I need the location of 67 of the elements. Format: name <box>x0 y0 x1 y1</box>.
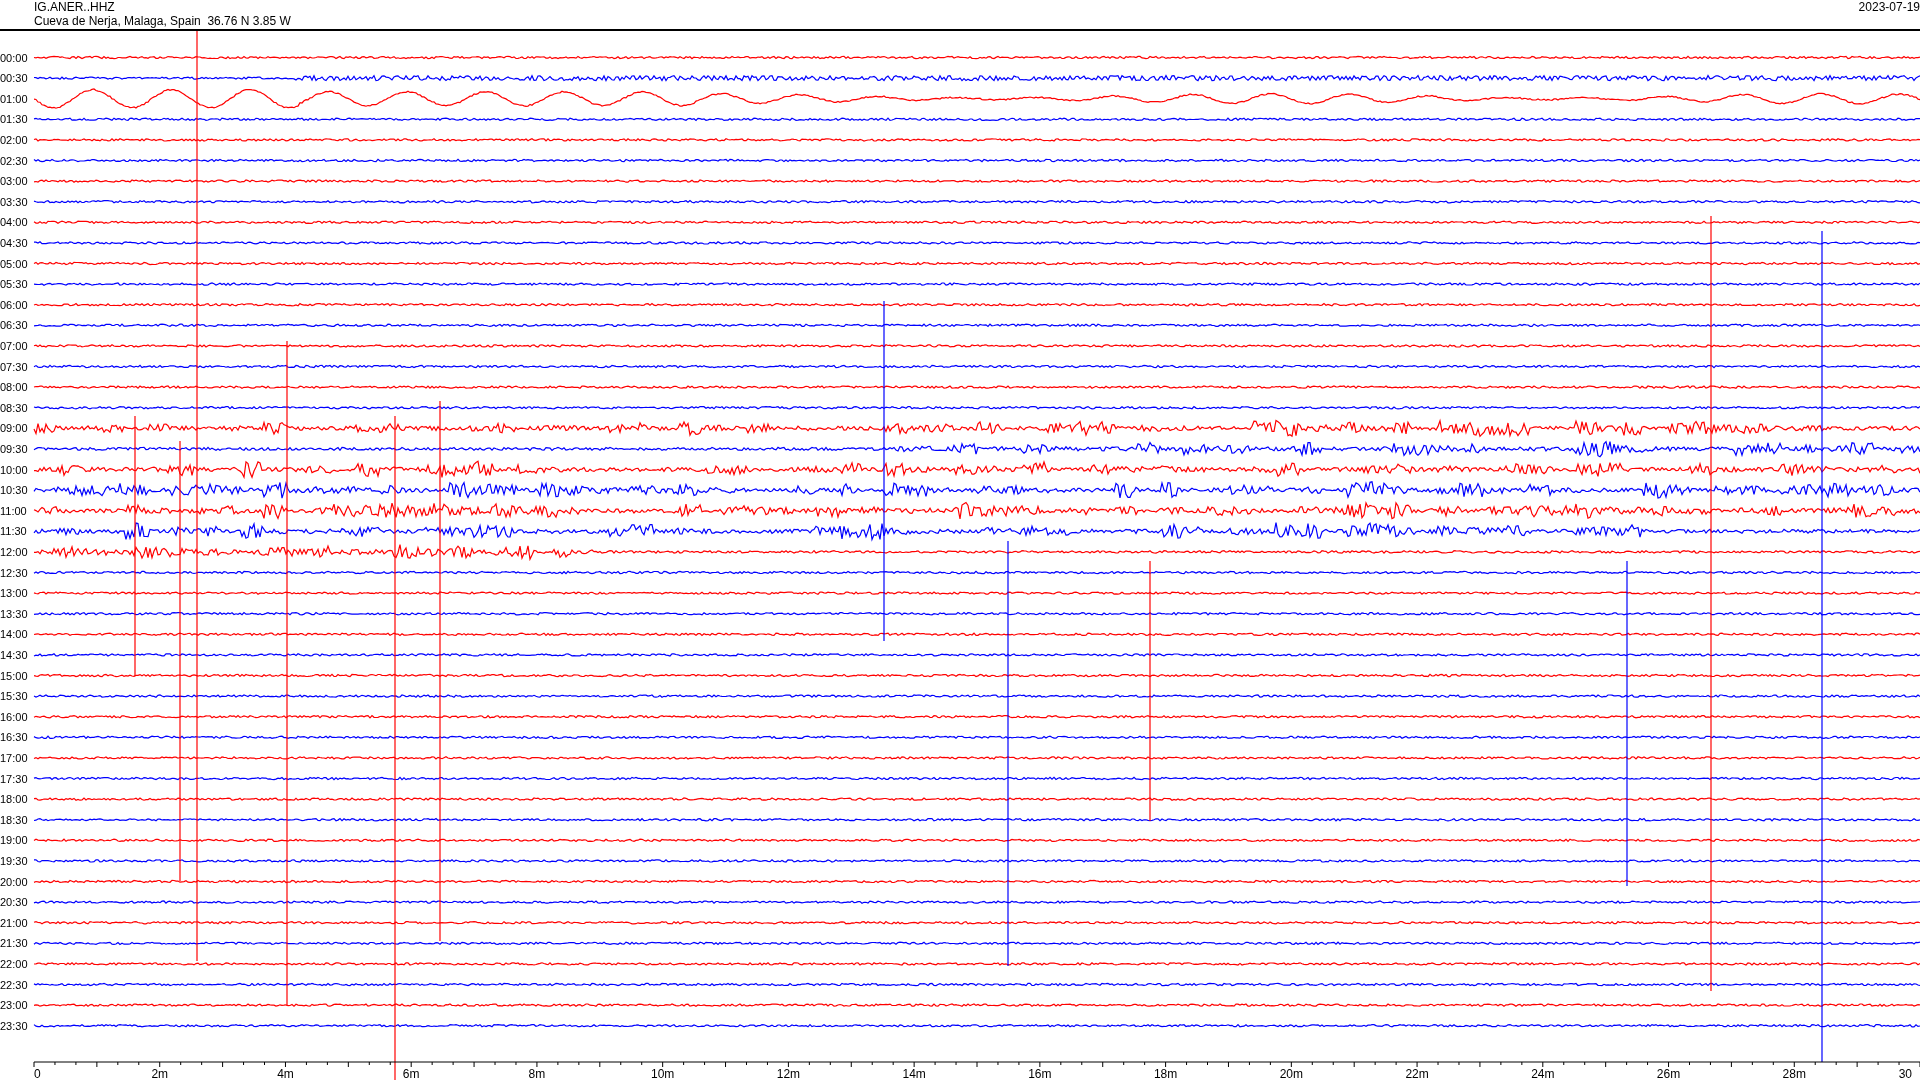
time-axis-label: 10m <box>651 1067 675 1080</box>
row-time-label: 20:00 <box>0 875 28 888</box>
row-time-label: 05:30 <box>0 278 28 291</box>
time-axis-label: 8m <box>528 1067 546 1080</box>
time-axis-label: 18m <box>1153 1067 1178 1080</box>
time-axis-label: 2m <box>151 1067 169 1080</box>
row-time-label: 03:00 <box>0 175 28 188</box>
time-axis-label: 22m <box>1405 1067 1429 1080</box>
row-time-label: 09:00 <box>0 422 28 435</box>
row-time-label: 13:30 <box>0 607 28 620</box>
row-time-label: 17:30 <box>0 772 28 785</box>
row-time-label: 12:00 <box>0 545 28 558</box>
row-time-label: 07:30 <box>0 360 28 373</box>
row-time-label: 02:30 <box>0 154 28 167</box>
row-time-label: 13:00 <box>0 587 28 600</box>
row-time-label: 00:00 <box>0 51 28 64</box>
row-time-label: 09:30 <box>0 442 28 455</box>
row-time-label: 04:00 <box>0 216 28 229</box>
row-time-label: 06:00 <box>0 298 28 311</box>
row-time-label: 03:30 <box>0 195 28 208</box>
time-axis-label: 12m <box>776 1067 801 1080</box>
time-axis-label: 6m <box>402 1067 420 1080</box>
row-time-label: 10:00 <box>0 463 28 476</box>
row-time-label: 04:30 <box>0 236 28 249</box>
row-time-label: 19:00 <box>0 834 28 847</box>
date-label: 2023-07-19 <box>1858 0 1920 14</box>
time-axis-label: 20m <box>1279 1067 1303 1080</box>
row-time-label: 16:30 <box>0 731 28 744</box>
row-time-label: 14:30 <box>0 648 28 661</box>
row-time-label: 17:00 <box>0 751 28 764</box>
row-time-label: 22:30 <box>0 978 28 991</box>
time-axis-label: 16m <box>1028 1067 1052 1080</box>
row-time-label: 11:00 <box>0 504 27 517</box>
row-time-label: 19:30 <box>0 854 28 867</box>
row-time-label: 10:30 <box>0 484 28 497</box>
time-axis-label: 4m <box>277 1067 294 1080</box>
row-time-label: 18:30 <box>0 813 28 826</box>
row-time-label: 23:00 <box>0 999 28 1012</box>
time-axis-label: 0 <box>34 1067 41 1080</box>
row-time-label: 12:30 <box>0 566 28 579</box>
row-time-label: 15:30 <box>0 690 28 703</box>
station-code: IG.ANER..HHZ <box>34 0 116 14</box>
time-axis-label: 14m <box>902 1067 926 1080</box>
row-time-label: 01:00 <box>0 92 28 105</box>
time-axis-label: 26m <box>1656 1067 1681 1080</box>
row-time-label: 18:00 <box>0 793 28 806</box>
row-time-label: 11:30 <box>0 525 27 538</box>
row-time-label: 08:30 <box>0 401 28 414</box>
row-time-label: 05:00 <box>0 257 28 270</box>
row-time-label: 21:00 <box>0 916 28 929</box>
row-time-label: 20:30 <box>0 896 28 909</box>
row-time-label: 00:30 <box>0 72 28 85</box>
time-axis-label: 30 <box>1898 1067 1912 1080</box>
row-time-label: 21:30 <box>0 937 28 950</box>
row-time-label: 23:30 <box>0 1019 28 1032</box>
row-time-label: 01:30 <box>0 113 28 126</box>
row-time-label: 02:00 <box>0 133 28 146</box>
row-time-label: 15:00 <box>0 669 28 682</box>
row-time-label: 14:00 <box>0 628 28 641</box>
row-time-label: 16:00 <box>0 710 28 723</box>
time-axis-label: 28m <box>1782 1067 1806 1080</box>
row-time-label: 22:00 <box>0 957 28 970</box>
station-location: Cueva de Nerja, Malaga, Spain 36.76 N 3.85 W <box>34 14 291 28</box>
row-time-label: 07:00 <box>0 339 28 352</box>
time-axis-label: 24m <box>1531 1067 1555 1080</box>
row-time-label: 06:30 <box>0 319 28 332</box>
row-time-label: 08:00 <box>0 381 28 394</box>
